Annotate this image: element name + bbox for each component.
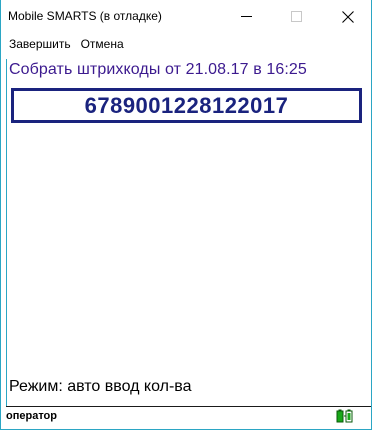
status-user: оператор <box>6 410 57 422</box>
mode-label: Режим: авто ввод кол-ва <box>9 378 192 395</box>
window-title: Mobile SMARTS (в отладке) <box>8 9 162 23</box>
close-icon <box>342 10 354 23</box>
barcode-input[interactable]: 6789001228122017 <box>11 88 362 123</box>
main-screen: Собрать штрихкоды от 21.08.17 в 16:25 67… <box>6 59 371 406</box>
status-bar: оператор <box>6 406 371 426</box>
screen-header: Собрать штрихкоды от 21.08.17 в 16:25 <box>9 61 307 78</box>
app-window: Mobile SMARTS (в отладке) Завершить Отме… <box>0 0 372 430</box>
menu-cancel[interactable]: Отмена <box>76 33 129 55</box>
battery-charging-icon <box>336 409 353 423</box>
menu-finish[interactable]: Завершить <box>1 33 76 55</box>
barcode-value: 6789001228122017 <box>84 92 289 118</box>
menu-bar: Завершить Отмена <box>1 33 371 55</box>
close-button[interactable] <box>325 0 371 33</box>
minimize-icon <box>240 16 252 17</box>
title-bar[interactable]: Mobile SMARTS (в отладке) <box>1 0 371 33</box>
maximize-icon <box>290 11 302 22</box>
minimize-button[interactable] <box>223 0 269 33</box>
maximize-button[interactable] <box>273 0 319 33</box>
